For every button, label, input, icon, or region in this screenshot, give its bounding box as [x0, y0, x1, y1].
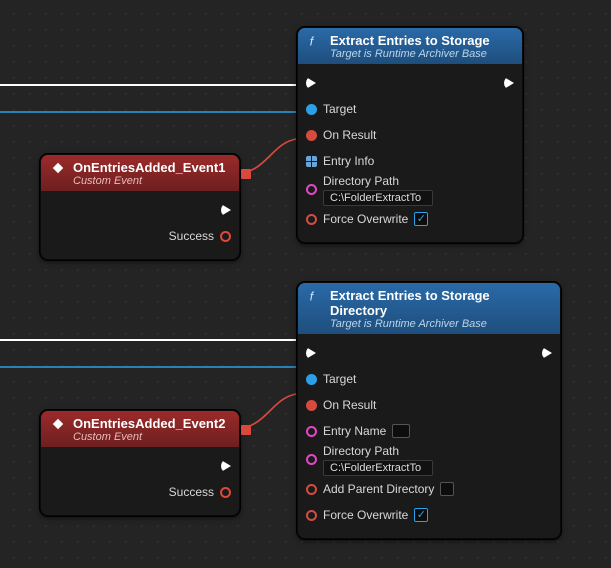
- force-overwrite-pin[interactable]: [306, 214, 317, 225]
- force-overwrite-checkbox[interactable]: [414, 508, 428, 522]
- node-subtitle: Target is Runtime Archiver Base: [330, 318, 550, 330]
- success-label: Success: [169, 485, 214, 499]
- node-custom-event-1[interactable]: OnEntriesAdded_Event1 Custom Event Succe…: [40, 154, 240, 260]
- node-header[interactable]: f Extract Entries to Storage Directory T…: [298, 283, 560, 334]
- event-icon: [51, 417, 65, 431]
- target-pin[interactable]: [306, 104, 317, 115]
- onresult-pin[interactable]: [306, 130, 317, 141]
- event-icon: [51, 161, 65, 175]
- success-pin[interactable]: [220, 487, 231, 498]
- exec-in-pin[interactable]: [306, 77, 316, 89]
- force-overwrite-pin[interactable]: [306, 510, 317, 521]
- dirpath-input[interactable]: C:\FolderExtractTo: [323, 190, 433, 206]
- node-extract-entries-to-storage[interactable]: f Extract Entries to Storage Target is R…: [297, 27, 523, 243]
- svg-text:f: f: [310, 289, 315, 303]
- target-label: Target: [323, 102, 356, 116]
- dirpath-pin[interactable]: [306, 454, 317, 465]
- delegate-out-pin[interactable]: [241, 169, 251, 179]
- exec-out-pin[interactable]: [504, 77, 514, 89]
- exec-row: [306, 70, 514, 96]
- force-overwrite-checkbox[interactable]: [414, 212, 428, 226]
- node-extract-entries-to-storage-directory[interactable]: f Extract Entries to Storage Directory T…: [297, 282, 561, 539]
- node-subtitle: Target is Runtime Archiver Base: [330, 48, 490, 60]
- force-overwrite-label: Force Overwrite: [323, 508, 408, 522]
- dirpath-label: Directory Path: [323, 444, 433, 458]
- node-title: OnEntriesAdded_Event2: [73, 416, 225, 431]
- node-header[interactable]: f Extract Entries to Storage Target is R…: [298, 28, 522, 64]
- exec-out-pin[interactable]: [221, 460, 231, 472]
- function-icon: f: [308, 34, 322, 48]
- dirpath-pin[interactable]: [306, 184, 317, 195]
- dirpath-label: Directory Path: [323, 174, 433, 188]
- exec-out-pin[interactable]: [221, 204, 231, 216]
- exec-out-pin[interactable]: [542, 347, 552, 359]
- node-title: Extract Entries to Storage: [330, 33, 490, 48]
- addparent-checkbox[interactable]: [440, 482, 454, 496]
- onresult-label: On Result: [323, 128, 376, 142]
- success-label: Success: [169, 229, 214, 243]
- node-header[interactable]: OnEntriesAdded_Event2 Custom Event: [41, 411, 239, 447]
- target-pin[interactable]: [306, 374, 317, 385]
- node-title: OnEntriesAdded_Event1: [73, 160, 225, 175]
- force-overwrite-label: Force Overwrite: [323, 212, 408, 226]
- svg-text:f: f: [310, 34, 315, 48]
- entryname-pin[interactable]: [306, 426, 317, 437]
- success-pin[interactable]: [220, 231, 231, 242]
- addparent-label: Add Parent Directory: [323, 482, 434, 496]
- entryinfo-label: Entry Info: [323, 154, 374, 168]
- node-subtitle: Custom Event: [73, 431, 225, 443]
- node-subtitle: Custom Event: [73, 175, 225, 187]
- entryinfo-pin[interactable]: [306, 156, 317, 167]
- node-header[interactable]: OnEntriesAdded_Event1 Custom Event: [41, 155, 239, 191]
- addparent-pin[interactable]: [306, 484, 317, 495]
- onresult-pin[interactable]: [306, 400, 317, 411]
- target-label: Target: [323, 372, 356, 386]
- entryname-input[interactable]: [392, 424, 410, 438]
- entryname-label: Entry Name: [323, 424, 386, 438]
- onresult-label: On Result: [323, 398, 376, 412]
- exec-in-pin[interactable]: [306, 347, 316, 359]
- delegate-out-pin[interactable]: [241, 425, 251, 435]
- node-custom-event-2[interactable]: OnEntriesAdded_Event2 Custom Event Succe…: [40, 410, 240, 516]
- function-icon: f: [308, 289, 322, 303]
- dirpath-input[interactable]: C:\FolderExtractTo: [323, 460, 433, 476]
- node-title: Extract Entries to Storage Directory: [330, 288, 550, 318]
